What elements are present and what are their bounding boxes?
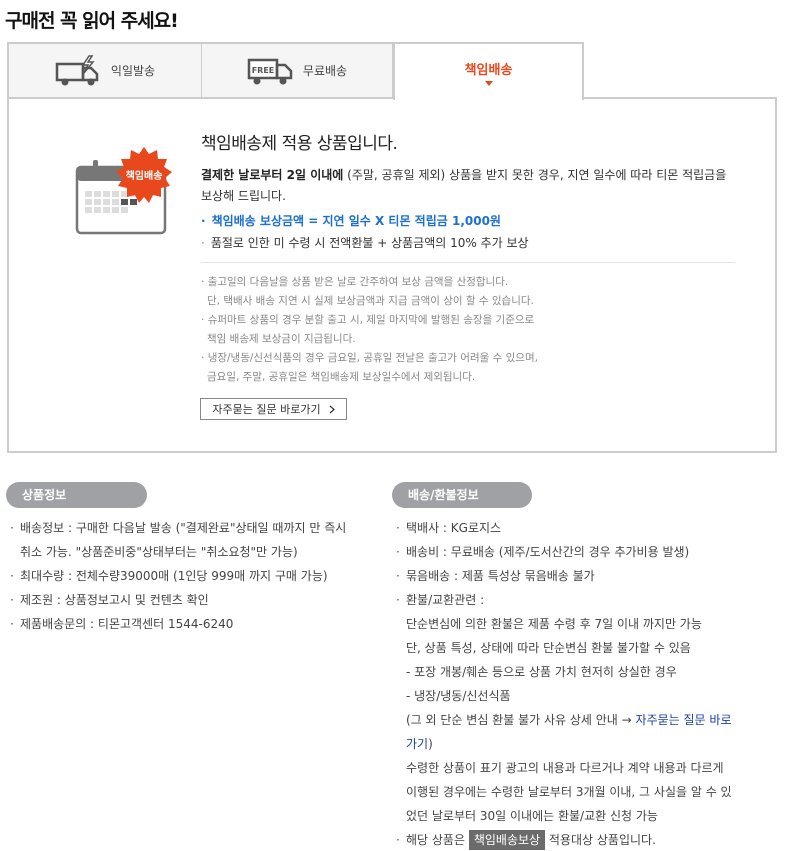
responsible-delivery-tag: 책임배송보상: [468, 830, 546, 850]
fine-print-line: 책임 배송제 보상금이 지급됩니다.: [207, 333, 356, 345]
tab-label: 무료배송: [302, 64, 348, 78]
notice-title: 책임배송제 적용 상품입니다.: [201, 134, 398, 154]
compensation-formula-text: 책임배송 보상금액 = 지연 일수 X 티몬 적립금 1,000원: [211, 214, 501, 228]
list-item-text: 적용대상 상품입니다.: [545, 833, 656, 847]
list-item: 단, 상품 특성, 상태에 따라 단순변심 환불 불가할 수 있음: [406, 641, 691, 655]
list-item: 해당 상품은 책임배송보상 적용대상 상품입니다.: [394, 828, 766, 851]
tab-free-shipping[interactable]: FREE 무료배송: [201, 42, 394, 99]
faq-button-label: 자주묻는 질문 바로가기: [212, 403, 321, 416]
list-item: (그 외 단순 변심 환불 불가 사유 상세 안내 → 자주묻는 질문 바로: [394, 708, 766, 732]
tab-label: 책임배송: [464, 62, 513, 78]
delivery-info-heading: 배송/환불정보: [392, 482, 532, 508]
notice-description: 결제한 날로부터 2일 이내에 (주말, 공휴일 제외) 상품을 받지 못한 경…: [201, 165, 741, 207]
free-truck-icon: FREE: [247, 58, 293, 84]
list-item: 가기): [394, 732, 766, 756]
list-item: 제품배송문의 : 티몬고객센터 1544-6240: [8, 612, 380, 636]
list-item: - 냉장/냉동/신선식품: [406, 689, 511, 703]
responsible-delivery-panel: 책임배송 책임배송제 적용 상품입니다. 결제한 날로부터 2일 이내에 (주말…: [7, 97, 777, 453]
list-item: 환불/교환관련 :: [394, 588, 766, 612]
list-item: 취소 가능. "상품준비중"상태부터는 "취소요청"만 가능): [20, 545, 298, 559]
list-item: - 포장 개봉/훼손 등으로 상품 가치 현저히 상실한 경우: [406, 665, 677, 679]
notice-desc-bold: 결제한 날로부터 2일 이내에: [201, 168, 344, 182]
free-label: FREE: [252, 66, 275, 75]
compensation-formula: · 책임배송 보상금액 = 지연 일수 X 티몬 적립금 1,000원: [201, 214, 501, 228]
faq-link-cont[interactable]: 가기: [406, 737, 428, 751]
page-title: 구매전 꼭 읽어 주세요!: [5, 10, 179, 32]
delivery-info-list: 택배사 : KG로지스 배송비 : 무료배송 (제주/도서산간의 경우 추가비용…: [394, 516, 766, 851]
list-item: 묶음배송 : 제품 특성상 묶음배송 불가: [394, 564, 766, 588]
list-item: 배송정보 : 구매한 다음날 발송 ("결제완료"상태일 때까지 만 즉시: [8, 516, 380, 540]
fine-print-line: · 슈퍼마트 상품의 경우 분할 출고 시, 제일 마지막에 발행된 송장을 기…: [201, 314, 535, 326]
active-tab-arrow-icon: [484, 80, 493, 86]
list-item: 배송비 : 무료배송 (제주/도서산간의 경우 추가비용 발생): [394, 540, 766, 564]
faq-shortcut-button[interactable]: 자주묻는 질문 바로가기: [200, 398, 347, 420]
tab-label: 익일발송: [110, 64, 156, 78]
divider: [201, 262, 735, 263]
product-info-heading: 상품정보: [6, 482, 147, 508]
list-item: 제조원 : 상품정보고시 및 컨텐츠 확인: [8, 588, 380, 612]
chevron-right-icon: [329, 405, 335, 413]
fine-print-line: 금요일, 주말, 공휴일은 책임배송제 보상일수에서 제외됩니다.: [207, 371, 476, 383]
fine-print-line: · 출고일의 다음날을 상품 받은 날로 간주하여 보상 금액을 산정합니다.: [201, 276, 509, 288]
product-info-list: 배송정보 : 구매한 다음날 발송 ("결제완료"상태일 때까지 만 즉시 취소…: [8, 516, 380, 636]
list-item-text: ): [428, 737, 433, 751]
list-item: 었던 날로부터 30일 이내에는 환불/교환 신청 가능: [406, 809, 658, 823]
soldout-compensation-text: 품절로 인한 미 수령 시 전액환불 + 상품금액의 10% 추가 보상: [210, 236, 529, 250]
list-item: 택배사 : KG로지스: [394, 516, 766, 540]
badge-label: 책임배송: [125, 171, 163, 182]
express-truck-icon: [55, 54, 99, 85]
list-item-text: (그 외 단순 변심 환불 불가 사유 상세 안내 →: [406, 713, 636, 727]
soldout-compensation: · 품절로 인한 미 수령 시 전액환불 + 상품금액의 10% 추가 보상: [201, 236, 529, 250]
tab-responsible-delivery[interactable]: 책임배송: [393, 42, 584, 100]
fine-print-line: 단, 택배사 배송 지연 시 실제 보상금액과 지급 금액이 상이 할 수 있습…: [207, 295, 534, 307]
faq-link[interactable]: 자주묻는 질문 바로: [636, 713, 732, 727]
list-item: 최대수량 : 전체수량39000매 (1인당 999매 까지 구매 가능): [8, 564, 380, 588]
list-item: 수령한 상품이 표기 광고의 내용과 다르거나 계약 내용과 다르게: [406, 761, 724, 775]
list-item-text: 해당 상품은: [406, 833, 469, 847]
list-item: 이행된 경우에는 수령한 날로부터 3개월 이내, 그 사실을 알 수 있: [406, 785, 732, 799]
tab-next-day-shipping[interactable]: 익일발송: [7, 42, 202, 99]
list-item: 단순변심에 의한 환불은 제품 수령 후 7일 이내 까지만 가능: [406, 617, 702, 631]
fine-print-line: · 냉장/냉동/신선식품의 경우 금요일, 공휴일 전날은 출고가 어려울 수 …: [201, 352, 538, 364]
